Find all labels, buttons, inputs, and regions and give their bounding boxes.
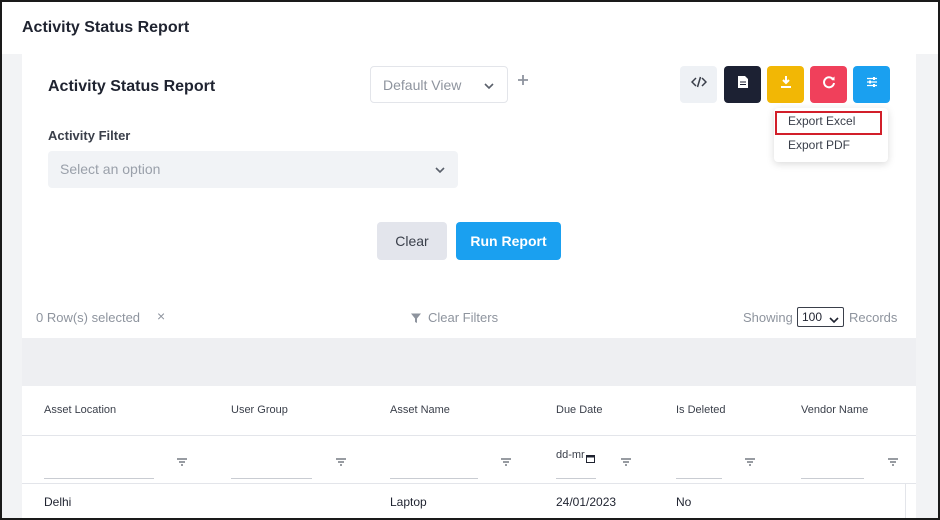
cell-asset-name: Laptop <box>390 495 427 509</box>
asset-name-filter-input[interactable] <box>390 478 478 479</box>
document-button[interactable] <box>724 66 761 103</box>
column-header-vendor-name[interactable]: Vendor Name <box>801 404 868 416</box>
rows-selected-count: 0 Row(s) selected <box>36 310 141 325</box>
view-select-value: Default View <box>383 77 462 93</box>
filter-icon <box>410 312 422 324</box>
code-view-button[interactable] <box>680 66 717 103</box>
settings-button[interactable] <box>853 66 890 103</box>
highlight-box <box>775 111 882 135</box>
column-header-asset-name[interactable]: Asset Name <box>390 404 450 416</box>
export-pdf-item[interactable]: Export PDF <box>788 138 850 152</box>
column-header-asset-location[interactable]: Asset Location <box>44 404 116 416</box>
column-header-due-date[interactable]: Due Date <box>556 404 602 416</box>
table-toolbar-band <box>22 338 916 386</box>
clear-filters-button[interactable]: Clear Filters <box>410 310 498 325</box>
vendor-name-filter-input[interactable] <box>801 478 864 479</box>
app-window: Activity Status Report Activity Status R… <box>0 0 940 520</box>
column-header-is-deleted[interactable]: Is Deleted <box>676 404 726 416</box>
records-label: Records <box>849 310 898 325</box>
filter-lines-icon[interactable] <box>335 454 347 472</box>
filter-lines-icon[interactable] <box>744 454 756 472</box>
cell-is-deleted: No <box>676 495 692 509</box>
top-bar: Activity Status Report <box>2 2 938 54</box>
chevron-down-icon <box>434 163 446 181</box>
filter-lines-icon[interactable] <box>620 454 632 472</box>
clear-button[interactable]: Clear <box>377 222 447 260</box>
activity-filter-select[interactable]: Select an option <box>48 151 458 188</box>
page-size-select[interactable]: 100 <box>797 307 844 327</box>
content-shell: Activity Status Report Default View Expo… <box>2 54 938 518</box>
chevron-down-icon <box>483 79 495 97</box>
cell-due-date: 24/01/2023 <box>556 495 617 509</box>
filter-lines-icon[interactable] <box>500 454 512 472</box>
page-title: Activity Status Report <box>22 19 190 36</box>
report-title: Activity Status Report <box>48 78 216 95</box>
clear-selection-icon[interactable]: × <box>157 308 165 324</box>
filter-lines-icon[interactable] <box>887 454 899 472</box>
activity-filter-label: Activity Filter <box>48 128 131 143</box>
refresh-icon <box>822 75 836 94</box>
calendar-icon[interactable] <box>586 450 595 468</box>
download-icon <box>779 75 793 94</box>
plus-icon[interactable] <box>516 73 530 92</box>
refresh-button[interactable] <box>810 66 847 103</box>
run-report-button[interactable]: Run Report <box>456 222 561 260</box>
code-icon <box>690 75 707 94</box>
due-date-filter-underline <box>556 478 596 479</box>
document-icon <box>737 75 749 94</box>
showing-label: Showing <box>743 310 793 325</box>
chevron-down-icon <box>829 313 839 327</box>
column-header-user-group[interactable]: User Group <box>231 404 288 416</box>
clear-filters-label: Clear Filters <box>428 310 499 325</box>
cell-asset-location: Delhi <box>44 495 72 509</box>
column-filter-row: dd-mr <box>22 436 916 484</box>
table-header-row: Asset Location User Group Asset Name Due… <box>22 386 916 436</box>
table-row[interactable]: Delhi Laptop 24/01/2023 No <box>22 484 906 518</box>
due-date-filter-input[interactable]: dd-mr <box>556 449 585 461</box>
page-size-value: 100 <box>802 310 823 324</box>
view-select[interactable]: Default View <box>370 66 508 103</box>
download-button[interactable] <box>767 66 804 103</box>
user-group-filter-input[interactable] <box>231 478 312 479</box>
activity-filter-placeholder: Select an option <box>60 161 161 177</box>
report-card: Activity Status Report Default View Expo… <box>22 54 916 518</box>
sliders-icon <box>865 75 879 94</box>
filter-lines-icon[interactable] <box>176 454 188 472</box>
asset-location-filter-input[interactable] <box>44 478 154 479</box>
is-deleted-filter-input[interactable] <box>676 478 722 479</box>
